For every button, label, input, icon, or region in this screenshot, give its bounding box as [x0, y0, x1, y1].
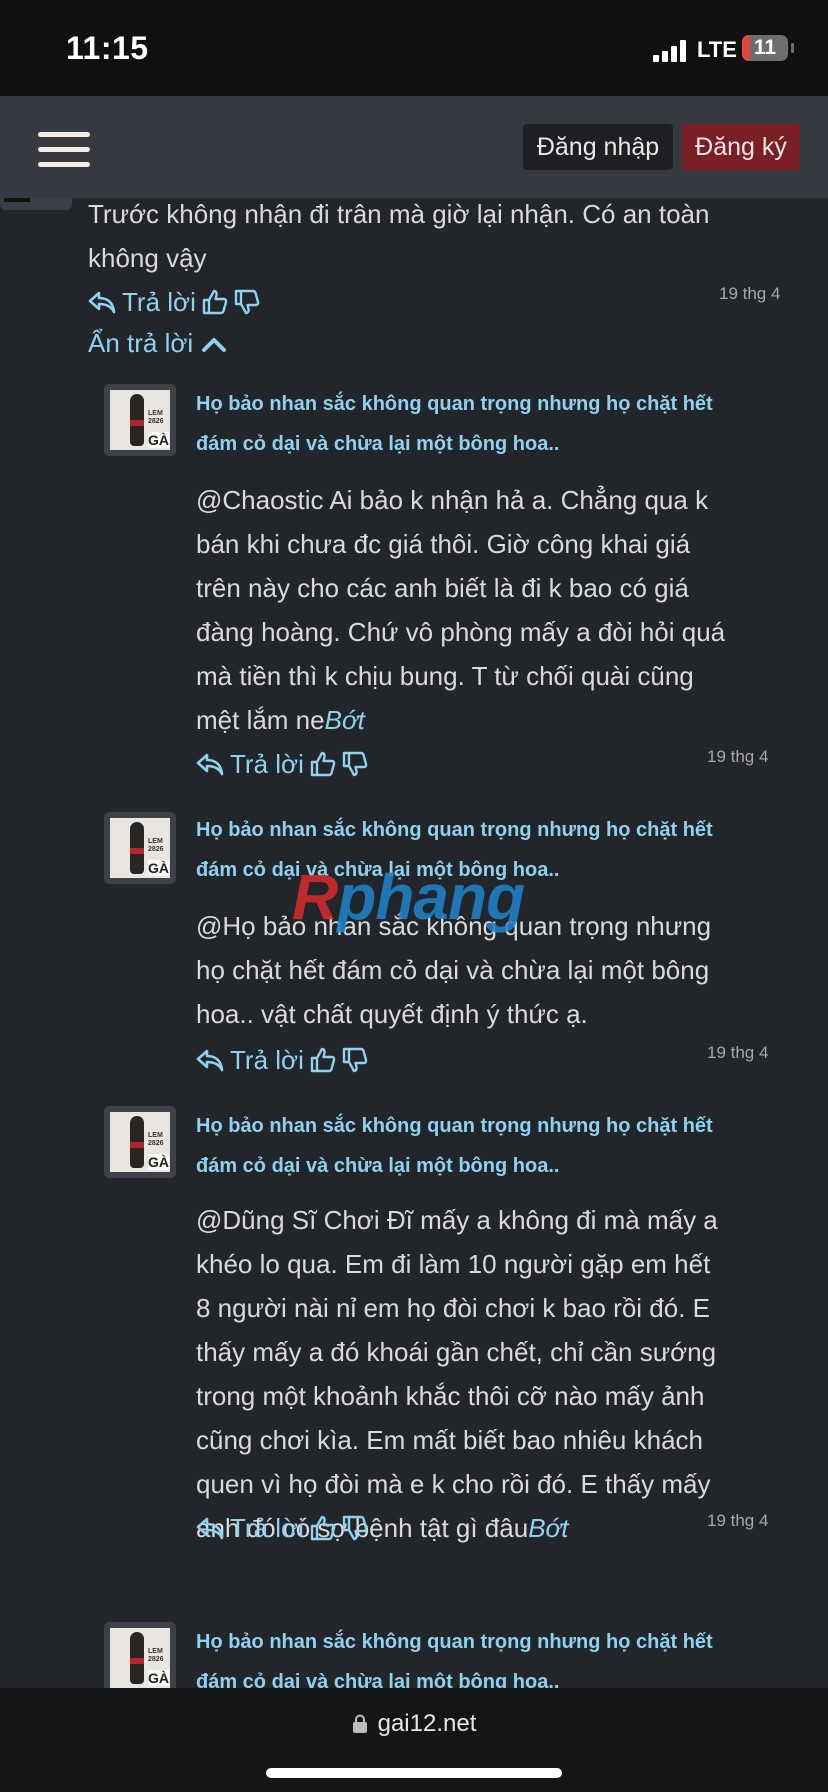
reply-actions: Trả lời	[196, 748, 368, 780]
reply-author[interactable]: Họ bảo nhan sắc không quan trọng nhưng h…	[196, 1622, 786, 1688]
thumbs-down-icon	[342, 1515, 368, 1541]
dislike-button[interactable]	[342, 1047, 368, 1073]
reply-label: Trả lời	[122, 286, 196, 317]
status-bar: 11:15 LTE 11	[0, 0, 828, 96]
reply-label: Trả lời	[230, 1044, 304, 1075]
battery-level: 11	[753, 36, 777, 59]
login-button[interactable]: Đăng nhập	[523, 124, 673, 170]
bot-link[interactable]: Bớt	[528, 1513, 568, 1543]
avatar[interactable]: LEM 2826 GÀ	[104, 1622, 176, 1688]
reply-text: @Chaostic Ai bảo k nhận hả a. Chẳng qua …	[196, 485, 726, 735]
reply-text: @Dũng Sĩ Chơi Đĩ mấy a không đi mà mấy a…	[196, 1205, 718, 1543]
avatar[interactable]: LEM 2826 GÀ	[104, 812, 176, 884]
dislike-button[interactable]	[342, 1515, 368, 1541]
avatar[interactable]: LEM 2826 GÀ	[104, 384, 176, 456]
top-navbar: Đăng nhập Đăng ký	[0, 96, 828, 198]
avatar[interactable]: LEM 2826 GÀ	[104, 1106, 176, 1178]
dislike-button[interactable]	[342, 751, 368, 777]
reply-button[interactable]: Trả lời	[88, 287, 196, 318]
url-text: gai12.net	[377, 1710, 477, 1737]
comment-text: Trước không nhận đi trân mà giờ lại nhận…	[88, 199, 710, 273]
reply-author[interactable]: Họ bảo nhan sắc không quan trọng nhưng h…	[196, 384, 786, 464]
network-type: LTE	[697, 37, 737, 62]
dislike-button[interactable]	[234, 289, 260, 315]
reply-arrow-icon	[196, 1049, 224, 1072]
like-button[interactable]	[310, 1515, 336, 1541]
thumbs-up-icon	[310, 1047, 336, 1073]
watermark-logo: Rphang	[292, 861, 525, 933]
register-button[interactable]: Đăng ký	[682, 124, 800, 170]
reply-arrow-icon	[196, 1517, 224, 1540]
browser-address-bar: gai12.net	[0, 1688, 828, 1792]
thumbs-up-icon	[310, 751, 336, 777]
hamburger-menu-icon[interactable]	[38, 132, 90, 168]
home-indicator[interactable]	[266, 1768, 562, 1778]
chevron-up-icon	[202, 337, 227, 352]
comment-actions: Trả lời	[88, 286, 260, 318]
comment-thread: Trước không nhận đi trân mà giờ lại nhận…	[0, 198, 828, 1688]
reply-arrow-icon	[196, 753, 224, 776]
reply-button[interactable]: Trả lời	[196, 1045, 304, 1076]
reply-arrow-icon	[88, 291, 116, 314]
battery-icon: 11	[742, 35, 788, 61]
lock-icon	[352, 1714, 367, 1733]
comment-date: 19 thg 4	[719, 284, 781, 303]
reply-button[interactable]: Trả lời	[196, 1513, 304, 1544]
thumbs-up-icon	[202, 289, 228, 315]
cellular-signal-icon	[653, 40, 689, 62]
avatar[interactable]	[0, 198, 72, 210]
reply-button[interactable]: Trả lời	[196, 749, 304, 780]
reply-label: Trả lời	[230, 1512, 304, 1543]
thumbs-down-icon	[342, 751, 368, 777]
reply-actions: Trả lời	[196, 1044, 368, 1076]
status-time: 11:15	[66, 30, 149, 66]
thumbs-down-icon	[342, 1047, 368, 1073]
reply-date: 19 thg 4	[707, 747, 769, 766]
thumbs-down-icon	[234, 289, 260, 315]
reply-author[interactable]: Họ bảo nhan sắc không quan trọng nhưng h…	[196, 1106, 786, 1186]
reply-date: 19 thg 4	[707, 1043, 769, 1062]
like-button[interactable]	[202, 289, 228, 315]
hide-replies-button[interactable]: Ẩn trả lời	[88, 328, 227, 359]
url-field[interactable]: gai12.net	[0, 1710, 828, 1738]
reply-actions: Trả lời	[196, 1512, 368, 1544]
reply-date: 19 thg 4	[707, 1511, 769, 1530]
like-button[interactable]	[310, 751, 336, 777]
bot-link[interactable]: Bớt	[325, 705, 365, 735]
reply-label: Trả lời	[230, 748, 304, 779]
thumbs-up-icon	[310, 1515, 336, 1541]
like-button[interactable]	[310, 1047, 336, 1073]
